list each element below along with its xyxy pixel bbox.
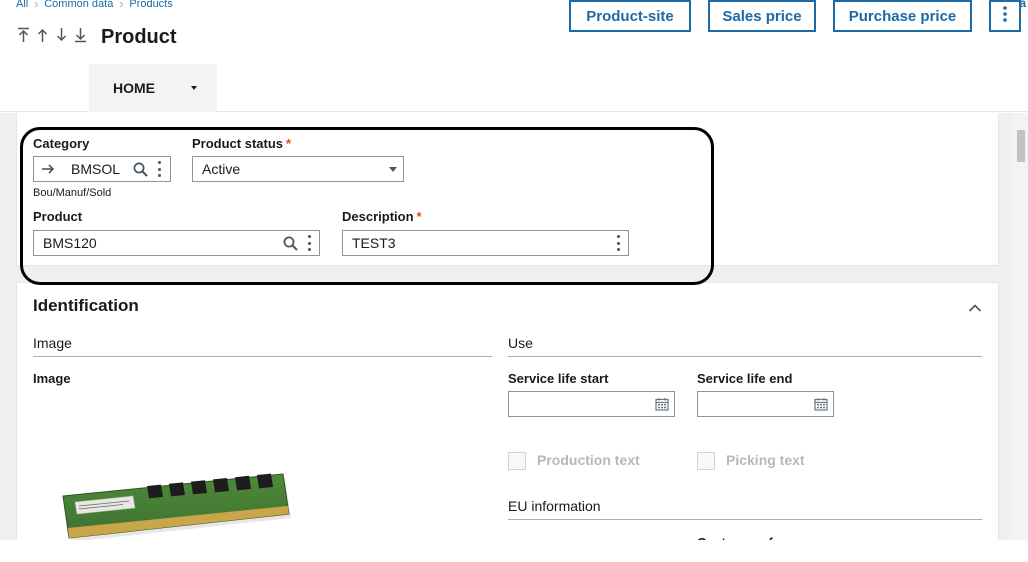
product-status-label-text: Product status	[192, 136, 284, 151]
service-life-start-field[interactable]	[508, 391, 675, 417]
sales-price-button[interactable]: Sales price	[708, 0, 816, 32]
previous-record-icon[interactable]	[35, 27, 50, 49]
chevron-down-icon	[191, 86, 197, 90]
breadcrumb-common-data[interactable]: Common data	[44, 0, 113, 10]
picking-text-checkbox[interactable]	[697, 452, 715, 470]
tab-home-label: HOME	[113, 80, 155, 96]
product-status-value: Active	[202, 161, 241, 177]
description-label: Description *	[342, 209, 422, 224]
breadcrumb-all[interactable]: All	[16, 0, 28, 10]
vertical-scrollbar[interactable]	[1014, 113, 1028, 562]
field-menu-icon[interactable]	[157, 161, 161, 177]
tab-home[interactable]: HOME	[89, 64, 217, 112]
purchase-price-button[interactable]: Purchase price	[833, 0, 972, 32]
product-status-select[interactable]: Active	[192, 156, 404, 182]
breadcrumb-separator-icon: ›	[34, 0, 39, 11]
category-field[interactable]: BMSOL	[33, 156, 171, 182]
use-subhead: Use	[508, 335, 533, 351]
more-actions-button[interactable]	[989, 0, 1021, 32]
divider	[33, 356, 492, 357]
breadcrumb-products[interactable]: Products	[129, 0, 172, 10]
chevron-up-icon[interactable]	[968, 300, 982, 312]
breadcrumb: All › Common data › Products	[16, 0, 173, 11]
page-title: Product	[101, 26, 177, 48]
kebab-menu-icon	[1003, 6, 1007, 26]
last-record-icon[interactable]	[73, 27, 88, 49]
chevron-down-icon	[389, 167, 397, 172]
image-subhead: Image	[33, 335, 72, 351]
category-description: Bou/Manuf/Sold	[33, 187, 112, 199]
description-field[interactable]: TEST3	[342, 230, 629, 256]
required-marker: *	[416, 209, 422, 224]
service-life-start-label: Service life start	[508, 371, 609, 386]
identification-section: Identification Image Image Use Service l…	[16, 282, 999, 562]
divider	[508, 519, 982, 520]
product-field[interactable]: BMS120	[33, 230, 320, 256]
next-record-icon[interactable]	[54, 27, 69, 49]
image-label: Image	[33, 371, 71, 386]
picking-text-label: Picking text	[726, 452, 805, 468]
eu-information-subhead: EU information	[508, 498, 601, 514]
search-icon[interactable]	[133, 162, 148, 177]
content-area: Category BMSOL Bou/Manuf/Sold Product st…	[0, 113, 1014, 562]
section-title: Identification	[33, 296, 139, 315]
first-record-icon[interactable]	[16, 27, 31, 49]
breadcrumb-separator-icon: ›	[119, 0, 124, 11]
description-label-text: Description	[342, 209, 414, 224]
product-value: BMS120	[43, 235, 97, 251]
product-label: Product	[33, 209, 83, 224]
search-icon[interactable]	[283, 236, 298, 251]
header-fields-card: Category BMSOL Bou/Manuf/Sold Product st…	[16, 113, 999, 266]
production-text-label: Production text	[537, 452, 640, 468]
calendar-icon[interactable]	[814, 397, 828, 411]
record-navigation	[16, 27, 88, 49]
category-label: Category	[33, 136, 90, 151]
service-life-end-field[interactable]	[697, 391, 834, 417]
arrow-right-icon[interactable]	[41, 162, 55, 179]
description-value: TEST3	[352, 235, 396, 251]
product-image[interactable]	[61, 468, 293, 543]
category-value: BMSOL	[71, 161, 121, 177]
divider	[508, 356, 982, 357]
field-menu-icon[interactable]	[616, 235, 620, 251]
required-marker: *	[286, 136, 292, 151]
calendar-icon[interactable]	[655, 397, 669, 411]
service-life-end-label: Service life end	[697, 371, 793, 386]
product-status-label: Product status *	[192, 136, 291, 151]
scrollbar-thumb[interactable]	[1017, 130, 1025, 162]
production-text-checkbox[interactable]	[508, 452, 526, 470]
bottom-edge	[0, 540, 1028, 562]
app-header: All › Common data › Products Defa Produc…	[0, 0, 1028, 112]
field-menu-icon[interactable]	[307, 235, 311, 251]
product-site-button[interactable]: Product-site	[569, 0, 691, 32]
